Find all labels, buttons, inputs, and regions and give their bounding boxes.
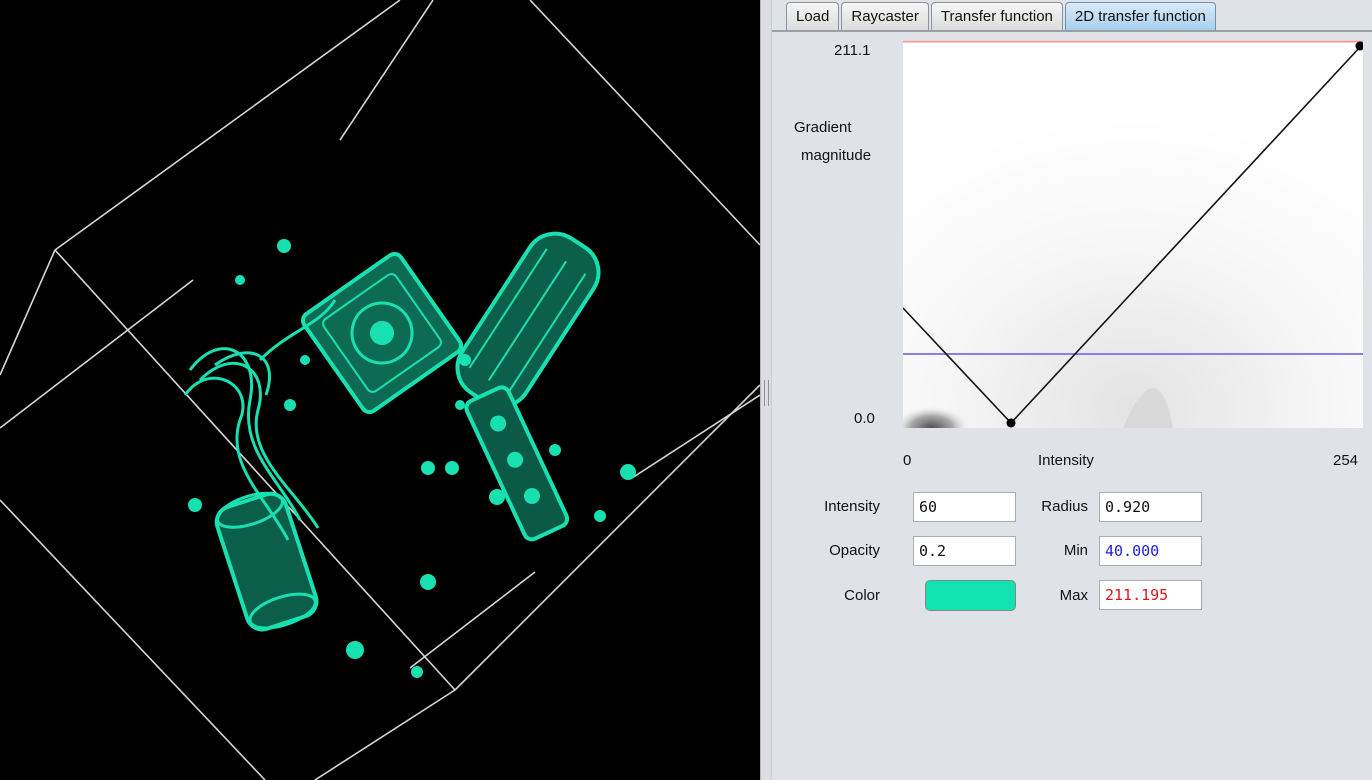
opacity-field[interactable]: 0.2	[913, 536, 1016, 566]
rendered-volume	[183, 231, 636, 678]
x-axis-min-label: 0	[903, 452, 912, 469]
intensity-label: Intensity	[824, 498, 880, 515]
color-label: Color	[844, 587, 880, 604]
grip-icon[interactable]	[764, 380, 769, 406]
x-axis-max-label: 254	[1333, 452, 1359, 469]
radius-label: Radius	[1041, 498, 1088, 515]
opacity-label: Opacity	[829, 542, 880, 559]
max-label: Max	[1059, 587, 1088, 604]
split-pane-divider[interactable]	[760, 0, 772, 780]
volume-render-viewport[interactable]	[0, 0, 760, 780]
tab-divider	[772, 30, 1372, 32]
settings-panel: Load Raycaster Transfer function 2D tran…	[772, 0, 1372, 780]
min-label: Min	[1063, 542, 1088, 559]
tab-2d-transfer-function[interactable]: 2D transfer function	[1064, 2, 1216, 30]
transfer-function-plot[interactable]	[903, 40, 1363, 428]
y-axis-title-line2: magnitude	[801, 147, 872, 164]
x-axis-title: Intensity	[1038, 452, 1094, 469]
dot-icon[interactable]	[1006, 418, 1016, 428]
y-axis-min-label: 0.0	[854, 410, 875, 427]
max-field[interactable]: 211.195	[1099, 580, 1202, 610]
tab-raycaster[interactable]: Raycaster	[841, 2, 929, 30]
y-axis-title-line1: Gradient	[794, 119, 852, 136]
intensity-field[interactable]: 60	[913, 492, 1016, 522]
tab-transfer-function[interactable]: Transfer function	[930, 2, 1063, 30]
tab-load[interactable]: Load	[786, 2, 840, 30]
volume-render-canvas[interactable]	[0, 0, 760, 780]
histogram-canvas[interactable]	[903, 40, 1363, 428]
color-swatch-button[interactable]	[925, 580, 1016, 611]
tab-bar: Load Raycaster Transfer function 2D tran…	[786, 0, 1218, 30]
radius-field[interactable]: 0.920	[1099, 492, 1202, 522]
y-axis-max-label: 211.1	[834, 42, 871, 59]
min-field[interactable]: 40.000	[1099, 536, 1202, 566]
